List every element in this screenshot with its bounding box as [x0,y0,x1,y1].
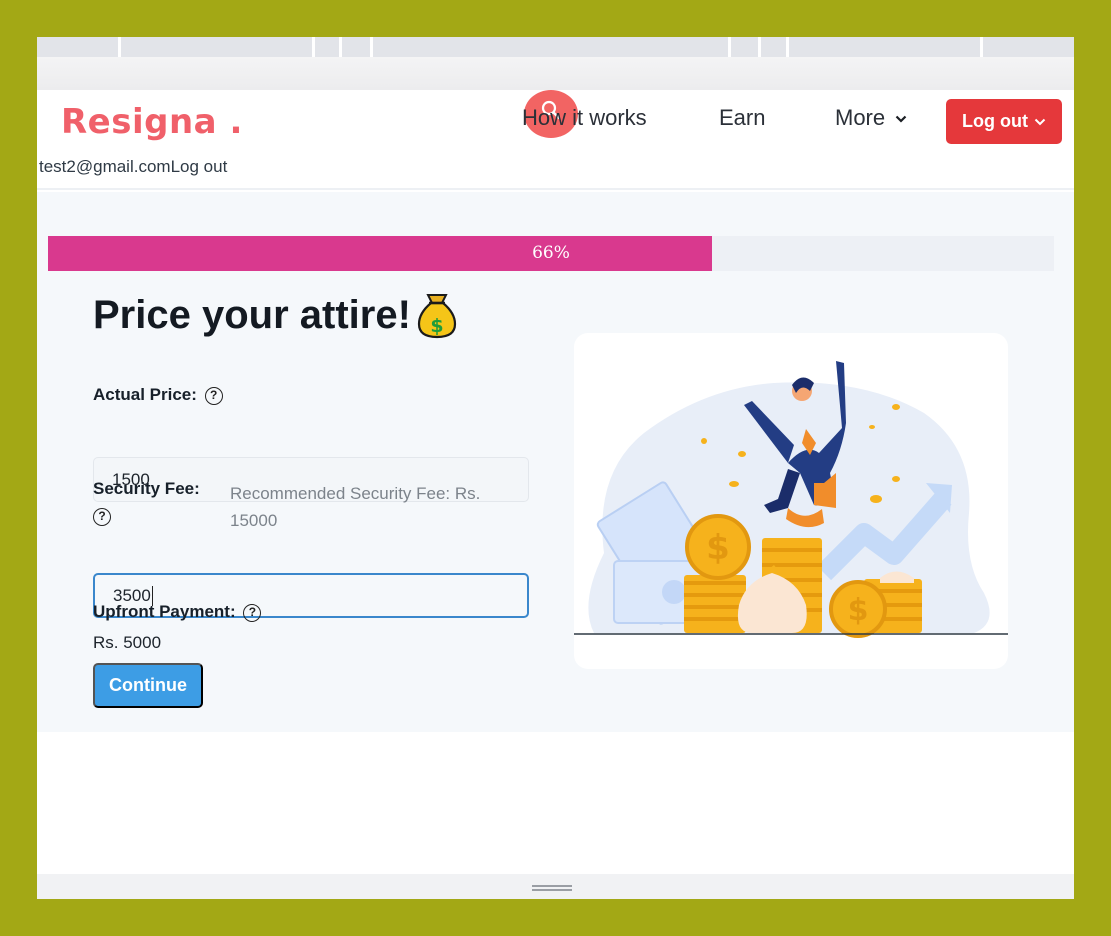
actual-price-label: Actual Price: ? [93,385,223,405]
tab-separator [980,37,983,57]
tab-separator [786,37,789,57]
chevron-down-icon [1034,118,1046,125]
svg-text:$: $ [430,315,443,337]
security-fee-label-text: Security Fee: [93,479,200,498]
money-celebration-illustration: $ $ [574,333,1008,669]
chevron-down-icon [895,115,907,123]
security-fee-label: Security Fee: ? [93,475,213,529]
recommended-fee-hint: Recommended Security Fee: Rs. 15000 [230,484,481,530]
actual-price-label-text: Actual Price: [93,385,197,404]
question-circle-icon[interactable]: ? [93,507,111,526]
upfront-payment-heading: Upfront Payment: ? [93,602,262,622]
money-bag-icon: $ [417,294,456,339]
continue-button[interactable]: Continue [93,663,203,708]
site-navbar: Resigna . test2@gmail.comLog out How it … [37,90,1074,190]
tab-separator [370,37,373,57]
browser-toolbar [37,57,1074,90]
resize-grip-icon[interactable] [532,885,572,887]
browser-tab-strip [37,37,1074,57]
site-logo[interactable]: Resigna . [61,102,243,142]
tab-separator [118,37,121,57]
tab-separator [728,37,731,57]
progress-bar: 66% [48,236,1054,271]
user-account-line: test2@gmail.comLog out [39,157,227,177]
upfront-payment-value: Rs. 5000 [93,633,162,652]
browser-window: Resigna . test2@gmail.comLog out How it … [37,37,1074,899]
nav-more-dropdown[interactable]: More [835,105,907,131]
tab-separator [758,37,761,57]
tab-separator [312,37,315,57]
page-title: Price your attire! $ [93,291,459,339]
nav-how-it-works[interactable]: How it works [522,105,647,131]
question-circle-icon[interactable]: ? [243,603,262,622]
svg-text:$: $ [848,593,869,628]
svg-text:$: $ [706,528,730,568]
progress-label: 66% [532,243,570,263]
logout-button-label: Log out [962,111,1028,131]
upfront-payment-label-text: Upfront Payment: [93,602,236,621]
page-title-text: Price your attire! [93,292,411,337]
celebration-illustration-art: $ $ [574,361,1008,638]
user-email: test2@gmail.com [39,157,171,176]
logout-button[interactable]: Log out [946,99,1062,144]
question-circle-icon[interactable]: ? [204,386,223,405]
window-bottom-bar [37,874,1074,899]
tab-separator [339,37,342,57]
user-logout-link[interactable]: Log out [171,157,228,176]
nav-more-label: More [835,105,886,130]
pricing-step: 66% Price your attire! $ Actual Price: ?… [37,192,1074,732]
nav-earn[interactable]: Earn [719,105,765,131]
